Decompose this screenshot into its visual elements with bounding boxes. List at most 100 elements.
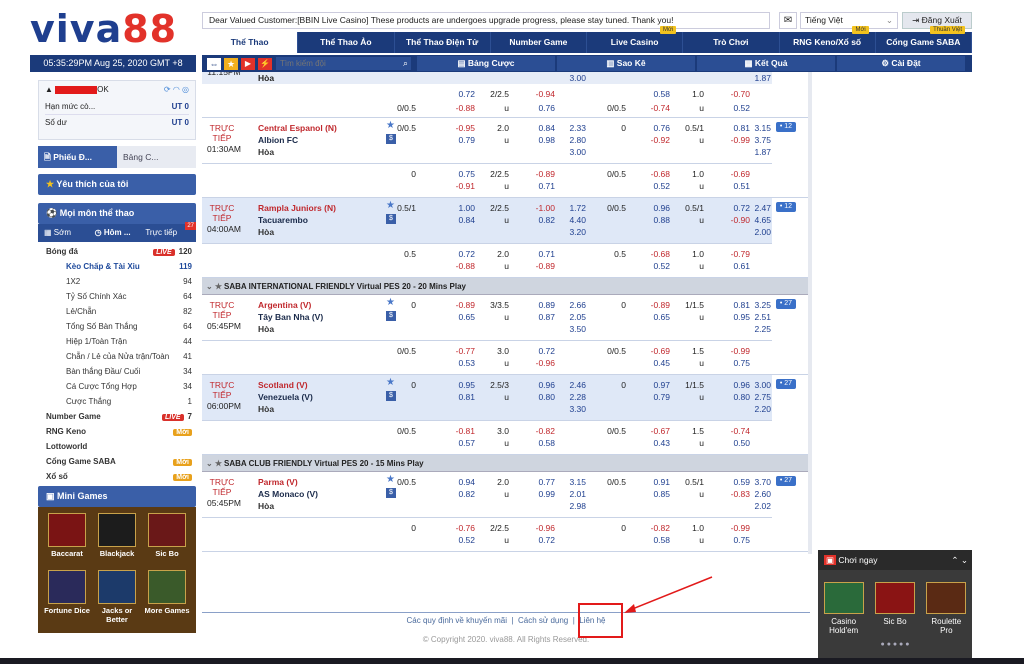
odds-cell[interactable]: 0.84 xyxy=(447,214,475,226)
odds-cell[interactable]: u xyxy=(499,534,509,546)
more-bets-button[interactable]: • 27 xyxy=(775,379,796,389)
odds-cell[interactable]: 0.91 xyxy=(642,476,670,488)
odds-cell[interactable]: 1.0 xyxy=(670,248,704,260)
odds-cell[interactable]: 0.96 xyxy=(642,202,670,214)
odds-cell[interactable]: 1.5 xyxy=(670,425,704,437)
odds-cell[interactable]: -0.74 xyxy=(642,102,670,114)
language-select[interactable]: Tiếng Việt ⌄ xyxy=(800,12,898,29)
stats-icon[interactable]: $ xyxy=(386,391,396,401)
search-input[interactable] xyxy=(276,57,391,70)
odds-cell[interactable]: 0.72 xyxy=(527,345,555,357)
odds-cell[interactable]: 2/2.5 xyxy=(475,202,509,214)
odds-cell[interactable]: 1.5 xyxy=(670,345,704,357)
results-button[interactable]: ▦ Kết Quả xyxy=(697,56,835,71)
odds-cell[interactable]: u xyxy=(694,102,704,114)
odds-cell[interactable]: 1.87 xyxy=(747,146,771,158)
odds-cell[interactable]: u xyxy=(499,102,509,114)
odds-cell[interactable]: -0.96 xyxy=(527,357,555,369)
odds-cell[interactable]: 3.0 xyxy=(475,425,509,437)
odds-cell[interactable]: 0.81 xyxy=(722,299,750,311)
odds-cell[interactable]: 0.65 xyxy=(642,311,670,323)
mini-game-tile[interactable]: Baccarat xyxy=(42,513,92,569)
odds-cell[interactable]: 0.71 xyxy=(527,248,555,260)
odds-cell[interactable]: 1/1.5 xyxy=(670,379,704,391)
search-icon[interactable]: ⌕ xyxy=(403,57,408,70)
odds-cell[interactable]: 1.0 xyxy=(670,522,704,534)
odds-cell[interactable]: 2.47 xyxy=(747,202,771,214)
odds-cell[interactable]: u xyxy=(499,437,509,449)
carousel-dots[interactable]: ● ● ● ● ● xyxy=(818,641,972,648)
odds-cell[interactable]: 0.72 xyxy=(447,248,475,260)
odds-cell[interactable]: 0.87 xyxy=(527,311,555,323)
chevron-up-icon[interactable]: ⌃ ⌄ xyxy=(951,550,972,570)
all-sports-header[interactable]: ⚽ Mọi môn thể thao xyxy=(38,203,196,224)
odds-cell[interactable]: u xyxy=(499,260,509,272)
odds-cell[interactable]: 0.43 xyxy=(642,437,670,449)
tab-live[interactable]: Trực tiếp 27 xyxy=(145,222,197,242)
odds-cell[interactable]: 3.15 xyxy=(747,122,771,134)
odds-cell[interactable]: 1.87 xyxy=(747,72,771,84)
lightning-icon[interactable]: ⚡ xyxy=(258,57,272,70)
odds-cell[interactable]: 2.75 xyxy=(747,391,771,403)
odds-cell[interactable]: -0.69 xyxy=(722,168,750,180)
odds-cell[interactable]: 1.72 xyxy=(562,202,586,214)
odds-cell[interactable]: -0.99 xyxy=(722,522,750,534)
odds-cell[interactable]: 3.75 xyxy=(747,134,771,146)
odds-cell[interactable]: 0.84 xyxy=(527,122,555,134)
odds-cell[interactable]: u xyxy=(499,391,509,403)
tab-number-game[interactable]: Number Game xyxy=(491,32,587,53)
tab-the-thao-dien-tu[interactable]: Thể Thao Điện Tử xyxy=(395,32,491,53)
play-icon[interactable]: ▶ xyxy=(241,57,255,70)
odds-cell[interactable]: -0.99 xyxy=(722,345,750,357)
odds-cell[interactable]: -0.91 xyxy=(447,180,475,192)
odds-cell[interactable]: 0.5 xyxy=(382,248,416,260)
mini-game-tile[interactable]: Sic Bo xyxy=(142,513,192,569)
odds-cell[interactable]: 2.51 xyxy=(747,311,771,323)
odds-cell[interactable]: 2.66 xyxy=(562,299,586,311)
sport-item[interactable]: Lẻ/Chẵn 82 xyxy=(38,304,196,319)
odds-cell[interactable]: 0.52 xyxy=(642,260,670,272)
odds-cell[interactable]: 0.45 xyxy=(642,357,670,369)
odds-cell[interactable]: -0.83 xyxy=(722,488,750,500)
odds-cell[interactable]: 0.85 xyxy=(642,488,670,500)
odds-cell[interactable]: 01:30AM xyxy=(202,143,246,155)
odds-cell[interactable]: 3.70 xyxy=(747,476,771,488)
odds-cell[interactable]: -0.79 xyxy=(722,248,750,260)
tab-rng-keno[interactable]: RNG Keno/Xổ số Mới xyxy=(780,26,876,53)
odds-cell[interactable]: u xyxy=(694,180,704,192)
odds-cell[interactable]: 0/0.5 xyxy=(592,425,626,437)
odds-cell[interactable]: 4.65 xyxy=(747,214,771,226)
odds-cell[interactable]: 0.80 xyxy=(722,391,750,403)
odds-cell[interactable]: -0.90 xyxy=(722,214,750,226)
odds-cell[interactable]: 0.71 xyxy=(527,180,555,192)
odds-cell[interactable]: u xyxy=(694,391,704,403)
settings-button[interactable]: ⚙ Cài Đặt xyxy=(837,56,965,71)
odds-cell[interactable]: 0.58 xyxy=(527,437,555,449)
odds-cell[interactable]: 3.25 xyxy=(747,299,771,311)
odds-cell[interactable]: 0 xyxy=(382,379,416,391)
odds-cell[interactable]: 0.79 xyxy=(642,391,670,403)
odds-cell[interactable]: u xyxy=(694,534,704,546)
odds-cell[interactable]: 0 xyxy=(592,522,626,534)
odds-cell[interactable]: 2/2.5 xyxy=(475,522,509,534)
odds-cell[interactable]: 0/0.5 xyxy=(592,102,626,114)
odds-cell[interactable]: -0.92 xyxy=(642,134,670,146)
odds-cell[interactable]: 3.00 xyxy=(562,146,586,158)
odds-cell[interactable]: -0.68 xyxy=(642,248,670,260)
stats-icon[interactable]: $ xyxy=(386,488,396,498)
odds-cell[interactable]: -0.81 xyxy=(447,425,475,437)
odds-cell[interactable]: u xyxy=(694,488,704,500)
odds-cell[interactable]: 0.97 xyxy=(642,379,670,391)
odds-cell[interactable]: 3.20 xyxy=(562,226,586,238)
promo-rules-link[interactable]: Các quy định về khuyến mãi xyxy=(407,616,508,625)
league-header[interactable]: ⌄ ★ SABA CLUB FRIENDLY Virtual PES 20 - … xyxy=(202,455,810,472)
odds-cell[interactable]: 05:45PM xyxy=(202,497,246,509)
sport-item[interactable]: Bàn thắng Đầu/ Cuối 34 xyxy=(38,364,196,379)
odds-cell[interactable]: 0.80 xyxy=(527,391,555,403)
promo-game[interactable]: Roulette Pro xyxy=(924,582,968,635)
refresh-icon[interactable]: ⟳ ◠ ◎ xyxy=(164,85,189,99)
odds-cell[interactable]: 0.77 xyxy=(527,476,555,488)
odds-cell[interactable]: 0/0.5 xyxy=(382,425,416,437)
odds-cell[interactable]: 0.98 xyxy=(527,134,555,146)
sport-item[interactable]: Kèo Chấp & Tài Xỉu 119 xyxy=(38,259,196,274)
